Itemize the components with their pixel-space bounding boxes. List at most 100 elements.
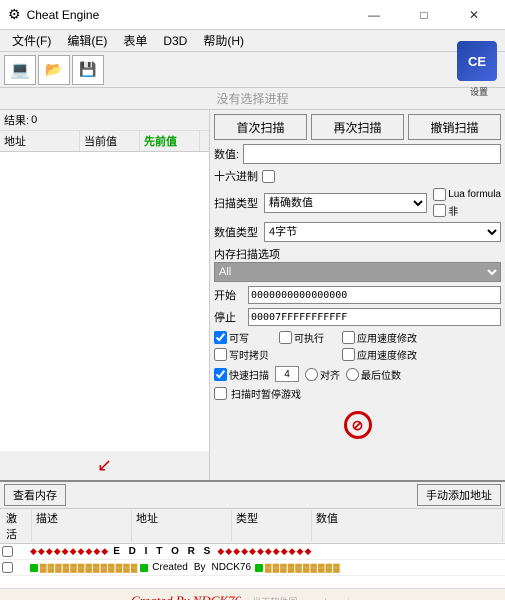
pause-checkbox[interactable] xyxy=(214,387,227,400)
scan-list xyxy=(0,152,209,451)
value-type-select[interactable]: 4字节 xyxy=(264,222,501,242)
left-checks: 可写 写时拷贝 xyxy=(214,330,269,362)
results-row: 结果: 0 xyxy=(0,110,209,131)
bottom-section: 查看内存 手动添加地址 激活 描述 地址 类型 数值 ◆◆◆◆◆◆◆◆◆◆ xyxy=(0,480,505,600)
author-text: NDCK76 xyxy=(212,562,251,573)
dots-left: ◆◆◆◆◆◆◆◆◆◆ xyxy=(30,546,109,557)
row2-checkbox[interactable] xyxy=(2,562,13,573)
green-dot-3 xyxy=(255,564,263,572)
arrow-area: ↙ xyxy=(0,451,209,480)
th-current[interactable]: 当前值 xyxy=(80,131,140,151)
not-label-row: 非 xyxy=(433,203,501,218)
row2-content: ▓▓▓▓▓▓▓▓▓▓▓▓▓ Created By NDCK76 ▓▓▓▓▓▓▓▓… xyxy=(30,562,505,573)
th-addr: 地址 xyxy=(132,510,232,542)
apply-speed-text: 应用速度修改 xyxy=(357,330,417,345)
menu-help[interactable]: 帮助(H) xyxy=(195,30,252,51)
by-text: By xyxy=(194,562,206,573)
next-scan-button[interactable]: 再次扫描 xyxy=(311,114,404,140)
copy-on-write-text: 写时拷贝 xyxy=(229,347,269,362)
menu-bar: 文件(F) 编辑(E) 表单 D3D 帮助(H) xyxy=(0,30,505,52)
watermark-text: Created By NDCK76 xyxy=(131,593,241,600)
left-panel: 结果: 0 地址 当前值 先前值 ↙ xyxy=(0,110,210,480)
right-panel: 首次扫描 再次扫描 撤销扫描 数值: 十六进制 扫描类型 精确数值 xyxy=(210,110,505,480)
ce-logo-inner: CE xyxy=(457,41,497,81)
apply-speed-label: 应用速度修改 xyxy=(342,330,417,345)
fast-scan-input[interactable] xyxy=(275,366,299,382)
fast-scan-checkbox[interactable] xyxy=(214,368,227,381)
fast-scan-row: 快速扫描 对齐 最后位数 xyxy=(214,366,501,382)
ce-logo-area: CE 设置 xyxy=(457,41,501,98)
watermark-area: Created By NDCK76 当下软件园 www.downxia.com xyxy=(0,588,505,600)
hex-row: 十六进制 xyxy=(214,168,501,184)
add-address-button[interactable]: 手动添加地址 xyxy=(417,484,501,506)
row1-checkbox[interactable] xyxy=(2,546,13,557)
addr-list: ◆◆◆◆◆◆◆◆◆◆ E D I T O R S ◆◆◆◆◆◆◆◆◆◆◆◆ ▓▓… xyxy=(0,544,505,588)
last-digit-label: 最后位数 xyxy=(346,367,401,382)
app-icon: ⚙ xyxy=(8,6,21,23)
apply-speed-mod-label: 应用速度修改 xyxy=(342,347,417,362)
menu-edit[interactable]: 编辑(E) xyxy=(59,30,115,51)
toolbar-open-button[interactable]: 📂 xyxy=(38,55,70,85)
mem-options-section: 内存扫描选项 All xyxy=(214,246,501,282)
view-memory-button[interactable]: 查看内存 xyxy=(4,484,66,506)
minimize-button[interactable]: — xyxy=(351,0,397,30)
last-digit-radio[interactable] xyxy=(346,368,359,381)
writable-label: 可写 xyxy=(214,330,269,345)
down-arrow-icon: ↙ xyxy=(97,455,112,476)
close-button[interactable]: ✕ xyxy=(451,0,497,30)
scan-type-label: 扫描类型 xyxy=(214,195,258,211)
executable-checkbox[interactable] xyxy=(279,331,292,344)
stop-row: 停止 xyxy=(214,308,501,326)
lua-text: Lua formula xyxy=(448,189,501,200)
align-radio[interactable] xyxy=(305,368,318,381)
stop-label: 停止 xyxy=(214,309,244,325)
dots-right: ◆◆◆◆◆◆◆◆◆◆◆◆ xyxy=(217,546,312,557)
menu-d3d[interactable]: D3D xyxy=(155,32,195,50)
apply-speed-mod-checkbox[interactable] xyxy=(342,348,355,361)
align-text: 对齐 xyxy=(320,367,340,382)
process-status: 没有选择进程 xyxy=(216,90,288,107)
menu-file[interactable]: 文件(F) xyxy=(4,30,59,51)
toolbar-save-button[interactable]: 💾 xyxy=(72,55,104,85)
row2-check-cell xyxy=(0,562,30,573)
toolbar: 💻 📂 💾 CE 设置 xyxy=(0,52,505,88)
value-input[interactable] xyxy=(243,144,501,164)
created-row: ▓▓▓▓▓▓▓▓▓▓▓▓▓ Created By NDCK76 ▓▓▓▓▓▓▓▓… xyxy=(0,560,505,576)
copy-on-write-checkbox[interactable] xyxy=(214,348,227,361)
fast-scan-text: 快速扫描 xyxy=(229,367,269,382)
value-row: 数值: xyxy=(214,144,501,164)
title-left: ⚙ Cheat Engine xyxy=(8,6,99,23)
th-address[interactable]: 地址 xyxy=(0,131,80,151)
lua-checkbox[interactable] xyxy=(433,188,446,201)
maximize-button[interactable]: □ xyxy=(401,0,447,30)
menu-table[interactable]: 表单 xyxy=(115,30,155,51)
ce-logo: CE xyxy=(457,41,501,85)
th-prev[interactable]: 先前值 xyxy=(140,131,200,151)
stop-input[interactable] xyxy=(248,308,501,326)
mem-type-select[interactable]: All xyxy=(214,262,501,282)
start-input[interactable] xyxy=(248,286,501,304)
scan-type-row: 扫描类型 精确数值 Lua formula 非 xyxy=(214,188,501,218)
not-checkbox[interactable] xyxy=(433,204,446,217)
writable-text: 可写 xyxy=(229,330,249,345)
last-digit-text: 最后位数 xyxy=(361,367,401,382)
writable-checkbox[interactable] xyxy=(214,331,227,344)
copy-on-write-label: 写时拷贝 xyxy=(214,347,269,362)
start-label: 开始 xyxy=(214,287,244,303)
apply-speed-mod-text: 应用速度修改 xyxy=(357,347,417,362)
first-scan-button[interactable]: 首次扫描 xyxy=(214,114,307,140)
th-type: 类型 xyxy=(232,510,312,542)
toolbar-process-button[interactable]: 💻 xyxy=(4,55,36,85)
scan-type-select[interactable]: 精确数值 xyxy=(264,193,427,213)
created-text: Created xyxy=(152,562,188,573)
pause-row: 扫描时暂停游戏 xyxy=(214,386,501,401)
hex-label: 十六进制 xyxy=(214,168,258,184)
undo-scan-button[interactable]: 撤销扫描 xyxy=(408,114,501,140)
results-count: 0 xyxy=(31,114,37,126)
lua-label: Lua formula xyxy=(433,188,501,201)
scan-table-header: 地址 当前值 先前值 xyxy=(0,131,209,152)
hex-checkbox[interactable] xyxy=(262,170,275,183)
right-checkboxes: Lua formula 非 xyxy=(433,188,501,218)
scan-buttons: 首次扫描 再次扫描 撤销扫描 xyxy=(214,114,501,140)
apply-speed-checkbox[interactable] xyxy=(342,331,355,344)
